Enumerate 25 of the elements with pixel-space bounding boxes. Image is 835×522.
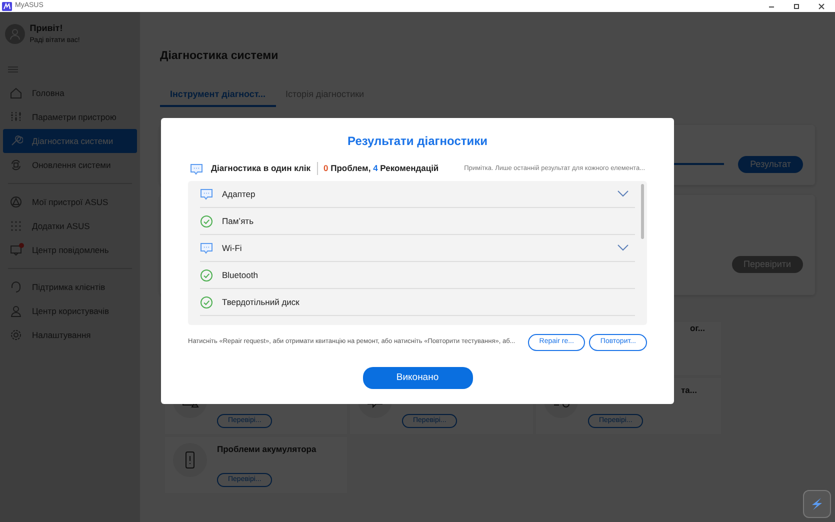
result-label: Твердотільний диск	[222, 296, 300, 309]
result-label: Пам’ять	[222, 214, 254, 228]
check-circle-icon	[200, 214, 213, 228]
chat-icon	[200, 242, 213, 254]
dialog-title: Результати діагностики	[346, 134, 488, 148]
test-title: ог...	[689, 322, 706, 336]
chat-icon	[200, 188, 213, 200]
check-circle-icon	[200, 296, 213, 309]
page-title: Діагностика системи	[160, 50, 280, 64]
chevron-icon[interactable]	[617, 190, 629, 198]
result-label: Адаптер	[222, 188, 256, 201]
result-label: Bluetooth	[222, 268, 259, 282]
close-icon	[818, 2, 825, 10]
assistant-button[interactable]	[803, 490, 831, 518]
maximize-icon	[793, 2, 800, 10]
dialog-button[interactable]: Виконано	[362, 366, 472, 389]
scrollbar	[641, 184, 644, 240]
summary-counts: 0 Проблем, 4 Рекомендацій	[324, 162, 439, 176]
test-title: Проблеми акумулятора	[217, 443, 318, 456]
chat-icon	[190, 162, 203, 175]
summary-label: Діагностика в один клік	[211, 162, 318, 176]
check-circle-icon	[200, 268, 213, 282]
result-label: Wi-Fi	[222, 242, 243, 255]
chevron-icon[interactable]	[617, 244, 629, 252]
test-title: та...	[680, 384, 698, 398]
